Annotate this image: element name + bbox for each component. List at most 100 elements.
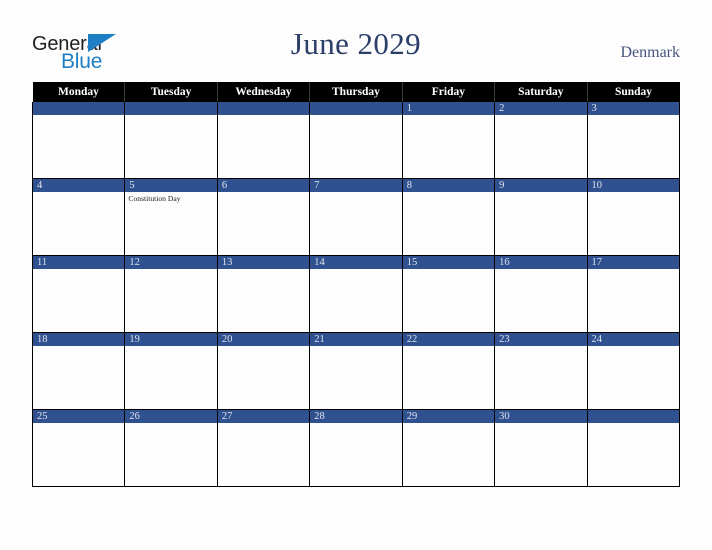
calendar-day-cell[interactable]: 17 [586,255,681,333]
day-number: 1 [402,102,495,115]
calendar-week-row: 11 12 13 14 15 16 17 [31,255,681,333]
day-events: Constitution Day [125,192,216,204]
day-number: 7 [310,179,402,192]
day-events [218,346,309,348]
day-events [33,346,124,348]
calendar-day-cell[interactable]: 9 [494,178,588,256]
calendar-day-cell[interactable]: 8 [401,178,496,256]
day-number: 13 [217,256,310,269]
weekday-header-thursday: Thursday [309,82,403,102]
weekday-header-monday: Monday [32,82,126,102]
calendar-empty-cell[interactable] [216,102,311,179]
day-events [588,423,679,425]
weekday-header-wednesday: Wednesday [217,82,311,102]
calendar-day-cell[interactable]: 18 [31,332,126,410]
calendar-day-cell[interactable]: 22 [401,332,496,410]
calendar-day-cell[interactable]: 14 [309,255,403,333]
day-events [403,192,494,194]
weekday-header-friday: Friday [402,82,496,102]
calendar-day-cell[interactable]: 24 [586,332,681,410]
day-number [310,102,402,115]
calendar-day-cell[interactable]: 16 [494,255,588,333]
day-number: 22 [402,333,495,346]
calendar-grid: Monday Tuesday Wednesday Thursday Friday Satu… [31,82,681,487]
day-number: 26 [125,410,217,423]
day-events [33,269,124,271]
day-number: 10 [587,179,679,192]
day-events [218,192,309,194]
day-events [588,269,679,271]
calendar-day-cell[interactable]: 19 [124,332,218,410]
calendar-week-row: 25 26 27 28 29 30 [31,409,681,487]
day-events [33,192,124,194]
day-events [495,115,586,117]
day-number: 30 [495,410,587,423]
calendar-day-cell[interactable]: 29 [401,409,496,487]
calendar-day-cell[interactable]: 26 [124,409,218,487]
calendar-day-cell[interactable]: 7 [309,178,403,256]
day-events [33,423,124,425]
calendar-day-cell[interactable]: 1 [401,102,496,179]
calendar-page: General Blue June 2029 Denmark Monday Tue… [0,0,712,550]
calendar-day-cell[interactable]: 13 [216,255,311,333]
calendar-day-cell[interactable]: 27 [216,409,311,487]
day-events [495,192,586,194]
calendar-day-cell[interactable]: 11 [31,255,126,333]
day-number: 27 [217,410,310,423]
day-events [495,346,586,348]
calendar-week-row: 4 5 Constitution Day 6 7 8 9 10 [31,178,681,256]
day-events [495,269,586,271]
day-number: 6 [217,179,310,192]
calendar-empty-cell[interactable] [124,102,218,179]
day-events [33,115,124,117]
day-number: 19 [125,333,217,346]
day-events [310,192,401,194]
day-events [310,115,401,117]
day-number [217,102,310,115]
day-number: 25 [33,410,125,423]
day-number: 14 [310,256,402,269]
calendar-day-cell[interactable]: 6 [216,178,311,256]
day-number: 29 [402,410,495,423]
calendar-week-row: 18 19 20 21 22 23 24 [31,332,681,410]
day-events [218,269,309,271]
day-events [495,423,586,425]
day-number [587,410,679,423]
calendar-day-cell[interactable]: 21 [309,332,403,410]
day-number: 24 [587,333,679,346]
calendar-empty-cell[interactable] [309,102,403,179]
day-number: 8 [402,179,495,192]
calendar-day-cell[interactable]: 20 [216,332,311,410]
calendar-day-cell[interactable]: 3 [586,102,681,179]
day-events [403,269,494,271]
calendar-day-cell[interactable]: 25 [31,409,126,487]
calendar-day-cell[interactable]: 5 Constitution Day [124,178,218,256]
day-number: 5 [125,179,217,192]
calendar-empty-cell[interactable] [586,409,681,487]
day-number: 11 [33,256,125,269]
day-number: 18 [33,333,125,346]
day-number: 17 [587,256,679,269]
day-number [125,102,217,115]
calendar-day-cell[interactable]: 23 [494,332,588,410]
calendar-day-cell[interactable]: 28 [309,409,403,487]
day-events [310,346,401,348]
day-events [588,192,679,194]
day-events [125,346,216,348]
day-number: 23 [495,333,587,346]
day-number [33,102,125,115]
day-events [588,115,679,117]
calendar-day-cell[interactable]: 30 [494,409,588,487]
calendar-day-cell[interactable]: 12 [124,255,218,333]
day-number: 16 [495,256,587,269]
day-number: 9 [495,179,587,192]
day-events [310,423,401,425]
calendar-day-cell[interactable]: 4 [31,178,126,256]
calendar-day-cell[interactable]: 10 [586,178,681,256]
day-events [588,346,679,348]
calendar-day-cell[interactable]: 15 [401,255,496,333]
day-events [125,269,216,271]
day-events [125,423,216,425]
calendar-day-cell[interactable]: 2 [494,102,588,179]
calendar-empty-cell[interactable] [31,102,126,179]
